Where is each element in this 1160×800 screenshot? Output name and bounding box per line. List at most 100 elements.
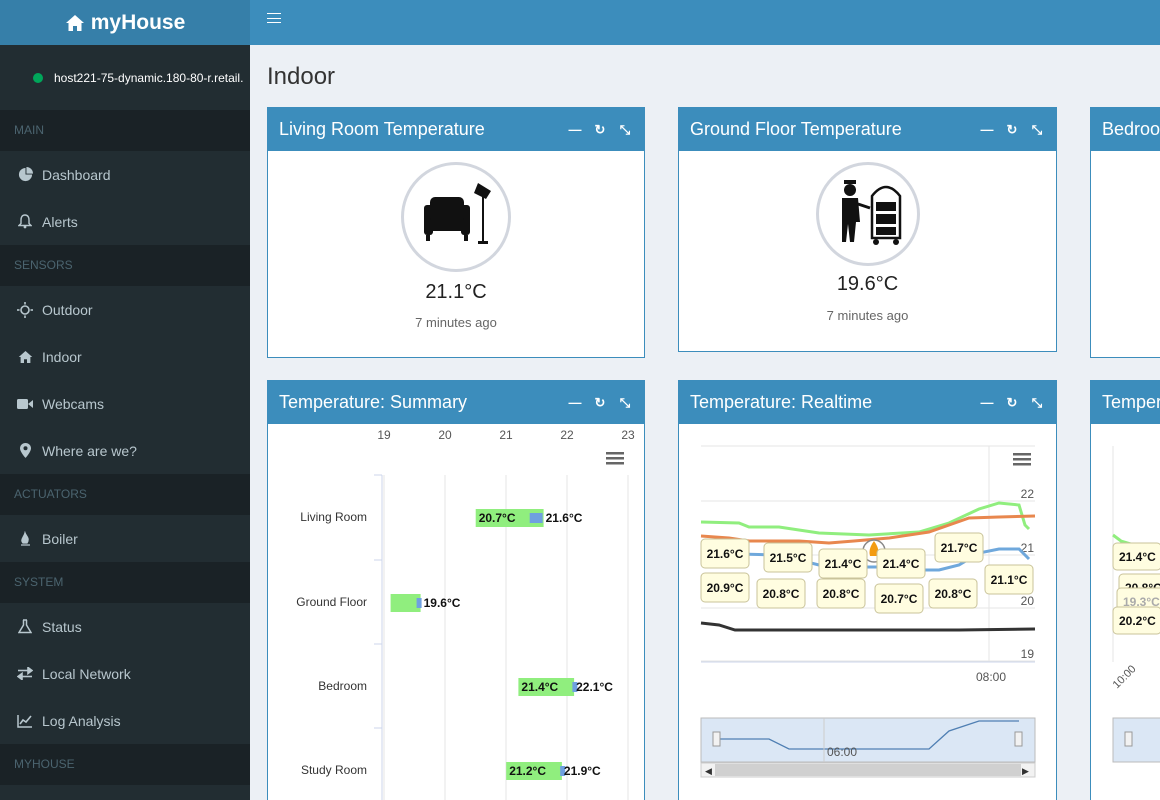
refresh-icon[interactable]: ↻ [593,381,607,424]
data-label: 21.7°C [941,541,978,555]
chart-menu-icon[interactable] [1013,453,1031,466]
summary-chart: 19 20 21 22 23 Living Room 20.7°C 21.6°C Ground … [296,428,635,800]
navigator-area [1112,717,1160,763]
box-header: Temper [1091,381,1160,424]
category-label: Study Room [301,763,367,777]
sidebar-item-boiler[interactable]: Boiler [0,515,250,562]
refresh-icon[interactable]: ↻ [1005,381,1019,424]
pie-chart-icon [16,167,34,182]
armchair-icon [401,162,511,272]
flask-icon [16,619,34,634]
sidebar-item-where-are-we[interactable]: Where are we? [0,427,250,474]
box-title: Living Room Temperature [279,119,485,139]
sidebar-item-dashboard[interactable]: Dashboard [0,151,250,198]
sidebar-item-status[interactable]: Status [0,603,250,650]
sidebar-item-label: Where are we? [42,442,137,459]
sidebar: myHouse host221-75-dynamic.180-80-r.reta… [0,0,250,800]
sidebar-item-label: Log Analysis [42,712,121,729]
refresh-icon[interactable]: ↻ [593,108,607,151]
minimize-icon[interactable]: — [568,381,582,424]
series-line-orange [700,514,1036,545]
minimize-icon[interactable]: — [568,108,582,151]
sidebar-item-local-network[interactable]: Local Network [0,650,250,697]
box-tools: — ↻ ⤡ [980,381,1044,424]
bellboy-luggage-icon [815,162,920,266]
expand-icon[interactable]: ⤡ [618,108,632,151]
data-label: 20.7°C [881,592,918,606]
navigator-handle-left[interactable] [712,731,721,747]
ground-floor-temperature-box: Ground Floor Temperature — ↻ ⤡ 19.6°C 7 … [678,107,1057,352]
fire-icon [16,531,34,546]
sidebar-item-label: Local Network [42,665,131,682]
y-tick-label: 20 [1021,594,1035,608]
sidebar-section-header: SYSTEM [0,562,250,603]
chart-menu-icon[interactable] [606,452,624,465]
sidebar-item-indoor[interactable]: Indoor [0,333,250,380]
data-label: 21.4°C [883,557,920,571]
box-header: Living Room Temperature — ↻ ⤡ [268,108,644,151]
data-label: 20.9°C [707,581,744,595]
category-label: Ground Floor [296,595,367,609]
y-tick-label: 19 [1021,647,1035,661]
sidebar-section-header: MYHOUSE [0,744,250,785]
sidebar-item-label: Webcams [42,395,104,412]
data-label: 21.6°C [707,547,744,561]
category-label: Living Room [300,510,367,524]
sidebar-item-log-analysis[interactable]: Log Analysis [0,697,250,744]
expand-icon[interactable]: ⤡ [1030,108,1044,151]
temperature-realtime-box: Temperature: Realtime — ↻ ⤡ 22 21 20 19 08:0… [678,380,1057,800]
max-data-label: 21.6°C [546,511,583,525]
home-icon [16,350,34,364]
bell-icon [16,214,34,229]
sidebar-item-outdoor[interactable]: Outdoor [0,286,250,333]
sidebar-item-label: Dashboard [42,166,111,183]
scrollbar-thumb[interactable] [715,764,1021,776]
temperature-summary-box: Temperature: Summary — ↻ ⤡ 19 20 21 22 23 Liv… [267,380,645,800]
bedroom-temperature-box: Bedroo [1090,107,1160,358]
expand-icon[interactable]: ⤡ [1030,381,1044,424]
box-title: Ground Floor Temperature [690,119,902,139]
minimize-icon[interactable]: — [980,108,994,151]
host-name: host221-75-dynamic.180-80-r.retail. [54,70,244,85]
page-title: Indoor [267,63,336,90]
sidebar-section-header: ACTUATORS [0,474,250,515]
box-header: Temperature: Summary — ↻ ⤡ [268,381,644,424]
sidebar-item-alerts[interactable]: Alerts [0,198,250,245]
temperature-third-box: Temper 21.4°C20.8°C19.3°C20.2°C10:00 [1090,380,1160,800]
temperature-value: 19.6°C [836,273,899,295]
sidebar-toggle-icon[interactable] [267,11,281,25]
line-chart-icon [16,714,34,728]
sidebar-item-label: Status [42,618,82,635]
refresh-icon[interactable]: ↻ [1005,108,1019,151]
sensor-body: 19.6°C 7 minutes ago [679,151,1056,323]
sidebar-item-label: Outdoor [42,301,93,318]
navigator-handle-right[interactable] [1014,731,1023,747]
max-data-label: 22.1°C [576,680,613,694]
box-title: Temperature: Summary [279,392,468,412]
sensor-body: 21.1°C 7 minutes ago [268,151,644,330]
data-label: 20.8°C [763,587,800,601]
min-data-label: 21.4°C [521,680,558,694]
min-data-label: 20.7°C [479,511,516,525]
third-chart: 21.4°C20.8°C19.3°C20.2°C10:00 [1111,446,1160,763]
map-marker-icon [16,443,34,458]
top-navbar [250,0,1160,45]
sidebar-section-header: MAIN [0,110,250,151]
max-data-label: 19.6°C [424,596,461,610]
x-tick-label: 22 [560,428,574,442]
min-data-label: 21.2°C [509,764,546,778]
x-tick-label: 08:00 [976,670,1006,684]
category-label: Bedroom [318,679,367,693]
minimize-icon[interactable]: — [980,381,994,424]
x-tick-label: 10:00 [1111,663,1139,691]
app-logo[interactable]: myHouse [0,0,250,45]
x-tick-label: 19 [377,428,391,442]
sidebar-item-webcams[interactable]: Webcams [0,380,250,427]
max-bar [416,598,422,608]
expand-icon[interactable]: ⤡ [618,381,632,424]
data-label: 21.5°C [770,551,807,565]
last-update: 7 minutes ago [415,315,497,330]
online-status-icon [33,72,43,83]
data-label: 20.8°C [935,587,972,601]
box-title: Bedroo [1102,119,1160,139]
